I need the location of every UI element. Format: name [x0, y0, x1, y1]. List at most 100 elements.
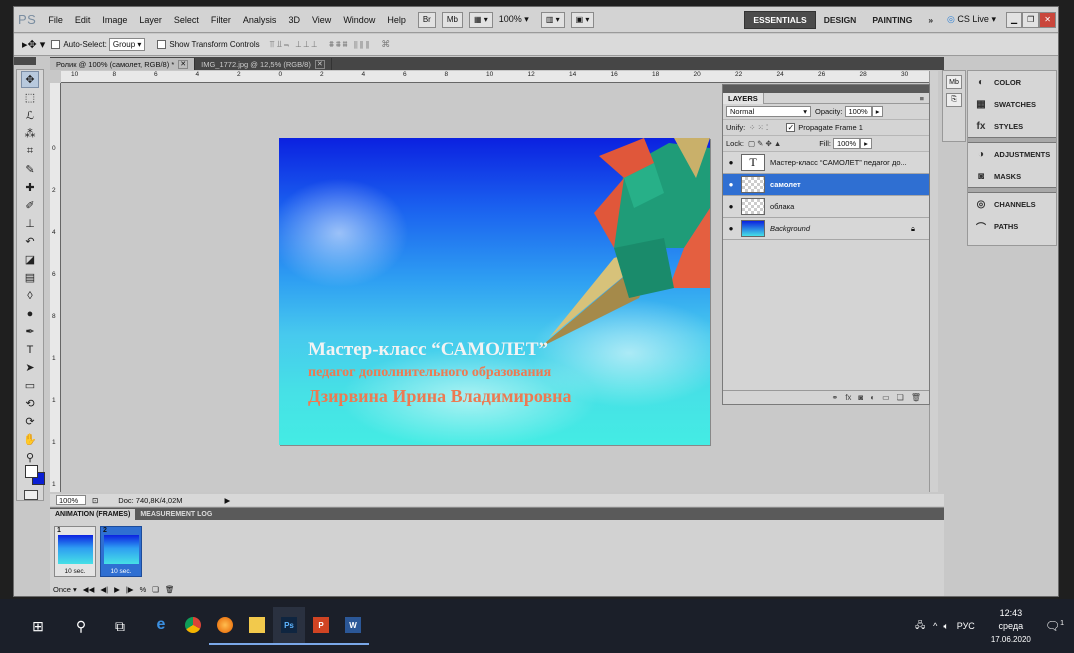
word-app[interactable]: W: [337, 607, 369, 645]
adjustment-layer-icon[interactable]: ◐: [870, 393, 875, 402]
frame-delay[interactable]: 10 sec.: [55, 568, 95, 575]
more-workspaces-button[interactable]: »: [920, 11, 941, 29]
link-layers-icon[interactable]: ⚭: [831, 393, 838, 402]
tab-layers[interactable]: LAYERS: [723, 92, 764, 104]
panel-paths[interactable]: ⌒ PATHS: [968, 215, 1056, 237]
visibility-eye-icon[interactable]: ●: [723, 180, 739, 189]
3d-rotate-tool-icon[interactable]: ⟲: [21, 395, 39, 412]
healing-brush-tool-icon[interactable]: ✚: [21, 179, 39, 196]
menu-layer[interactable]: Layer: [133, 15, 168, 25]
task-view-icon[interactable]: ⧉: [108, 614, 132, 638]
mini-bridge-button[interactable]: Mb: [441, 11, 463, 28]
tab-img-1772[interactable]: IMG_1772.jpg @ 12,5% (RGB/8) ✕: [195, 58, 332, 70]
maximize-button[interactable]: ❐: [1022, 11, 1040, 28]
panel-swatches[interactable]: ▦ SWATCHES: [968, 93, 1056, 115]
prev-frame-icon[interactable]: ◀|: [100, 585, 108, 594]
menu-file[interactable]: File: [42, 15, 69, 25]
layer-row-selected[interactable]: ● самолет: [723, 174, 929, 196]
blend-mode-dropdown[interactable]: Normal ▾: [726, 106, 811, 117]
bridge-button[interactable]: Br: [417, 11, 436, 28]
search-icon[interactable]: ⚲: [69, 614, 93, 638]
panel-menu-icon[interactable]: ≡: [915, 93, 929, 104]
tab-rolik[interactable]: Ролик @ 100% (самолет, RGB/8) * ✕: [50, 58, 196, 70]
notification-icon[interactable]: 🗨︎1: [1045, 619, 1064, 633]
network-icon[interactable]: 🖧: [915, 618, 925, 634]
workspace-essentials[interactable]: ESSENTIALS: [744, 10, 816, 29]
panel-adjustments[interactable]: ◑ ADJUSTMENTS: [968, 143, 1056, 165]
quick-selection-tool-icon[interactable]: ⁂: [21, 125, 39, 142]
edge-app[interactable]: e: [145, 607, 177, 645]
blur-tool-icon[interactable]: ◊: [21, 287, 39, 304]
zoom-field[interactable]: 100%: [56, 495, 86, 505]
rectangle-tool-icon[interactable]: ▭: [21, 377, 39, 394]
opacity-slider-arrow[interactable]: ▸: [871, 106, 884, 117]
fill-slider-arrow[interactable]: ▸: [860, 138, 872, 149]
new-group-icon[interactable]: ▭: [882, 393, 890, 402]
firefox-app[interactable]: [209, 607, 241, 645]
zoom-level-dropdown[interactable]: 100% ▾: [493, 14, 535, 25]
explorer-app[interactable]: [241, 607, 273, 645]
lasso-tool-icon[interactable]: ℒ: [21, 107, 39, 124]
visibility-eye-icon[interactable]: ●: [723, 158, 739, 167]
powerpoint-app[interactable]: P: [305, 607, 337, 645]
workspace-design[interactable]: DESIGN: [816, 11, 865, 29]
animation-frame[interactable]: 1 10 sec.: [54, 526, 96, 577]
panel-styles[interactable]: fx STYLES: [968, 115, 1056, 137]
document-canvas[interactable]: Мастер-класс “САМОЛЕТ” педагог дополните…: [279, 138, 710, 445]
foreground-color-swatch[interactable]: [25, 465, 38, 478]
brush-tool-icon[interactable]: ✐: [21, 197, 39, 214]
menu-image[interactable]: Image: [96, 15, 133, 25]
visibility-eye-icon[interactable]: ●: [723, 202, 739, 211]
move-tool-preset-icon[interactable]: ▸✥ ▾: [22, 38, 45, 51]
close-tab-icon[interactable]: ✕: [314, 59, 325, 69]
menu-window[interactable]: Window: [337, 15, 381, 25]
move-tool-icon[interactable]: ✥: [21, 71, 39, 88]
path-selection-tool-icon[interactable]: ➤: [21, 359, 39, 376]
3d-orbit-tool-icon[interactable]: ⟳: [21, 413, 39, 430]
gradient-tool-icon[interactable]: ▤: [21, 269, 39, 286]
lock-icons[interactable]: ▢ ✎ ✥ ▲: [748, 139, 781, 148]
close-tab-icon[interactable]: ✕: [178, 59, 189, 69]
history-icon[interactable]: ⎘: [946, 93, 962, 107]
quick-mask-button[interactable]: [24, 490, 38, 500]
clock[interactable]: 12:43 среда 17.06.2020: [991, 607, 1031, 646]
type-tool-icon[interactable]: T: [21, 341, 39, 358]
pen-tool-icon[interactable]: ✒: [21, 323, 39, 340]
layer-row[interactable]: ● Background 🔒︎: [723, 218, 929, 240]
eyedropper-tool-icon[interactable]: ✎: [21, 161, 39, 178]
layer-row[interactable]: ● облака: [723, 196, 929, 218]
zoom-tool-icon[interactable]: ⚲: [21, 449, 39, 466]
frame-delay[interactable]: 10 sec.: [101, 568, 141, 575]
start-windows-icon[interactable]: ⊞: [26, 614, 50, 638]
volume-icon[interactable]: 🔈︎: [943, 621, 948, 632]
workspace-painting[interactable]: PAINTING: [864, 11, 920, 29]
language-indicator[interactable]: РУС: [957, 621, 975, 631]
history-brush-tool-icon[interactable]: ↶: [21, 233, 39, 250]
dodge-tool-icon[interactable]: ●: [21, 305, 39, 322]
animation-frame-selected[interactable]: 2 10 sec.: [100, 526, 142, 577]
tab-animation-frames[interactable]: ANIMATION (FRAMES): [50, 509, 136, 520]
status-menu-arrow-icon[interactable]: ▶: [225, 496, 231, 505]
panel-channels[interactable]: ◎ CHANNELS: [968, 193, 1056, 215]
marquee-tool-icon[interactable]: ⬚: [21, 89, 39, 106]
menu-3d[interactable]: 3D: [282, 15, 306, 25]
distribute-icons[interactable]: ⩩⩩⩩ ⦀⦀⦀: [329, 39, 371, 50]
delete-frame-icon[interactable]: 🗑︎: [165, 585, 175, 594]
auto-align-icon[interactable]: ⌘: [381, 39, 392, 50]
status-info-icon[interactable]: ⊡: [92, 496, 98, 505]
menu-select[interactable]: Select: [168, 15, 205, 25]
menu-view[interactable]: View: [306, 15, 337, 25]
first-frame-icon[interactable]: ◀◀: [83, 585, 95, 594]
play-icon[interactable]: ▶: [114, 585, 120, 594]
auto-select-checkbox[interactable]: [51, 40, 61, 49]
menu-filter[interactable]: Filter: [205, 15, 237, 25]
panel-color[interactable]: ◐ COLOR: [968, 71, 1056, 93]
opacity-field[interactable]: 100%: [844, 106, 872, 117]
arrange-documents-dropdown[interactable]: ▥ ▾: [540, 11, 565, 28]
unify-icons[interactable]: ⁘ ⁙ ⁚: [749, 123, 768, 132]
menu-analysis[interactable]: Analysis: [237, 15, 283, 25]
tab-measurement-log[interactable]: MEASUREMENT LOG: [135, 509, 217, 520]
screen-mode-dropdown[interactable]: ▣ ▾: [570, 11, 595, 28]
fill-field[interactable]: 100%: [832, 138, 861, 149]
align-icons[interactable]: ⫪⫫⫬ ⊥⊥⊥: [270, 39, 319, 50]
